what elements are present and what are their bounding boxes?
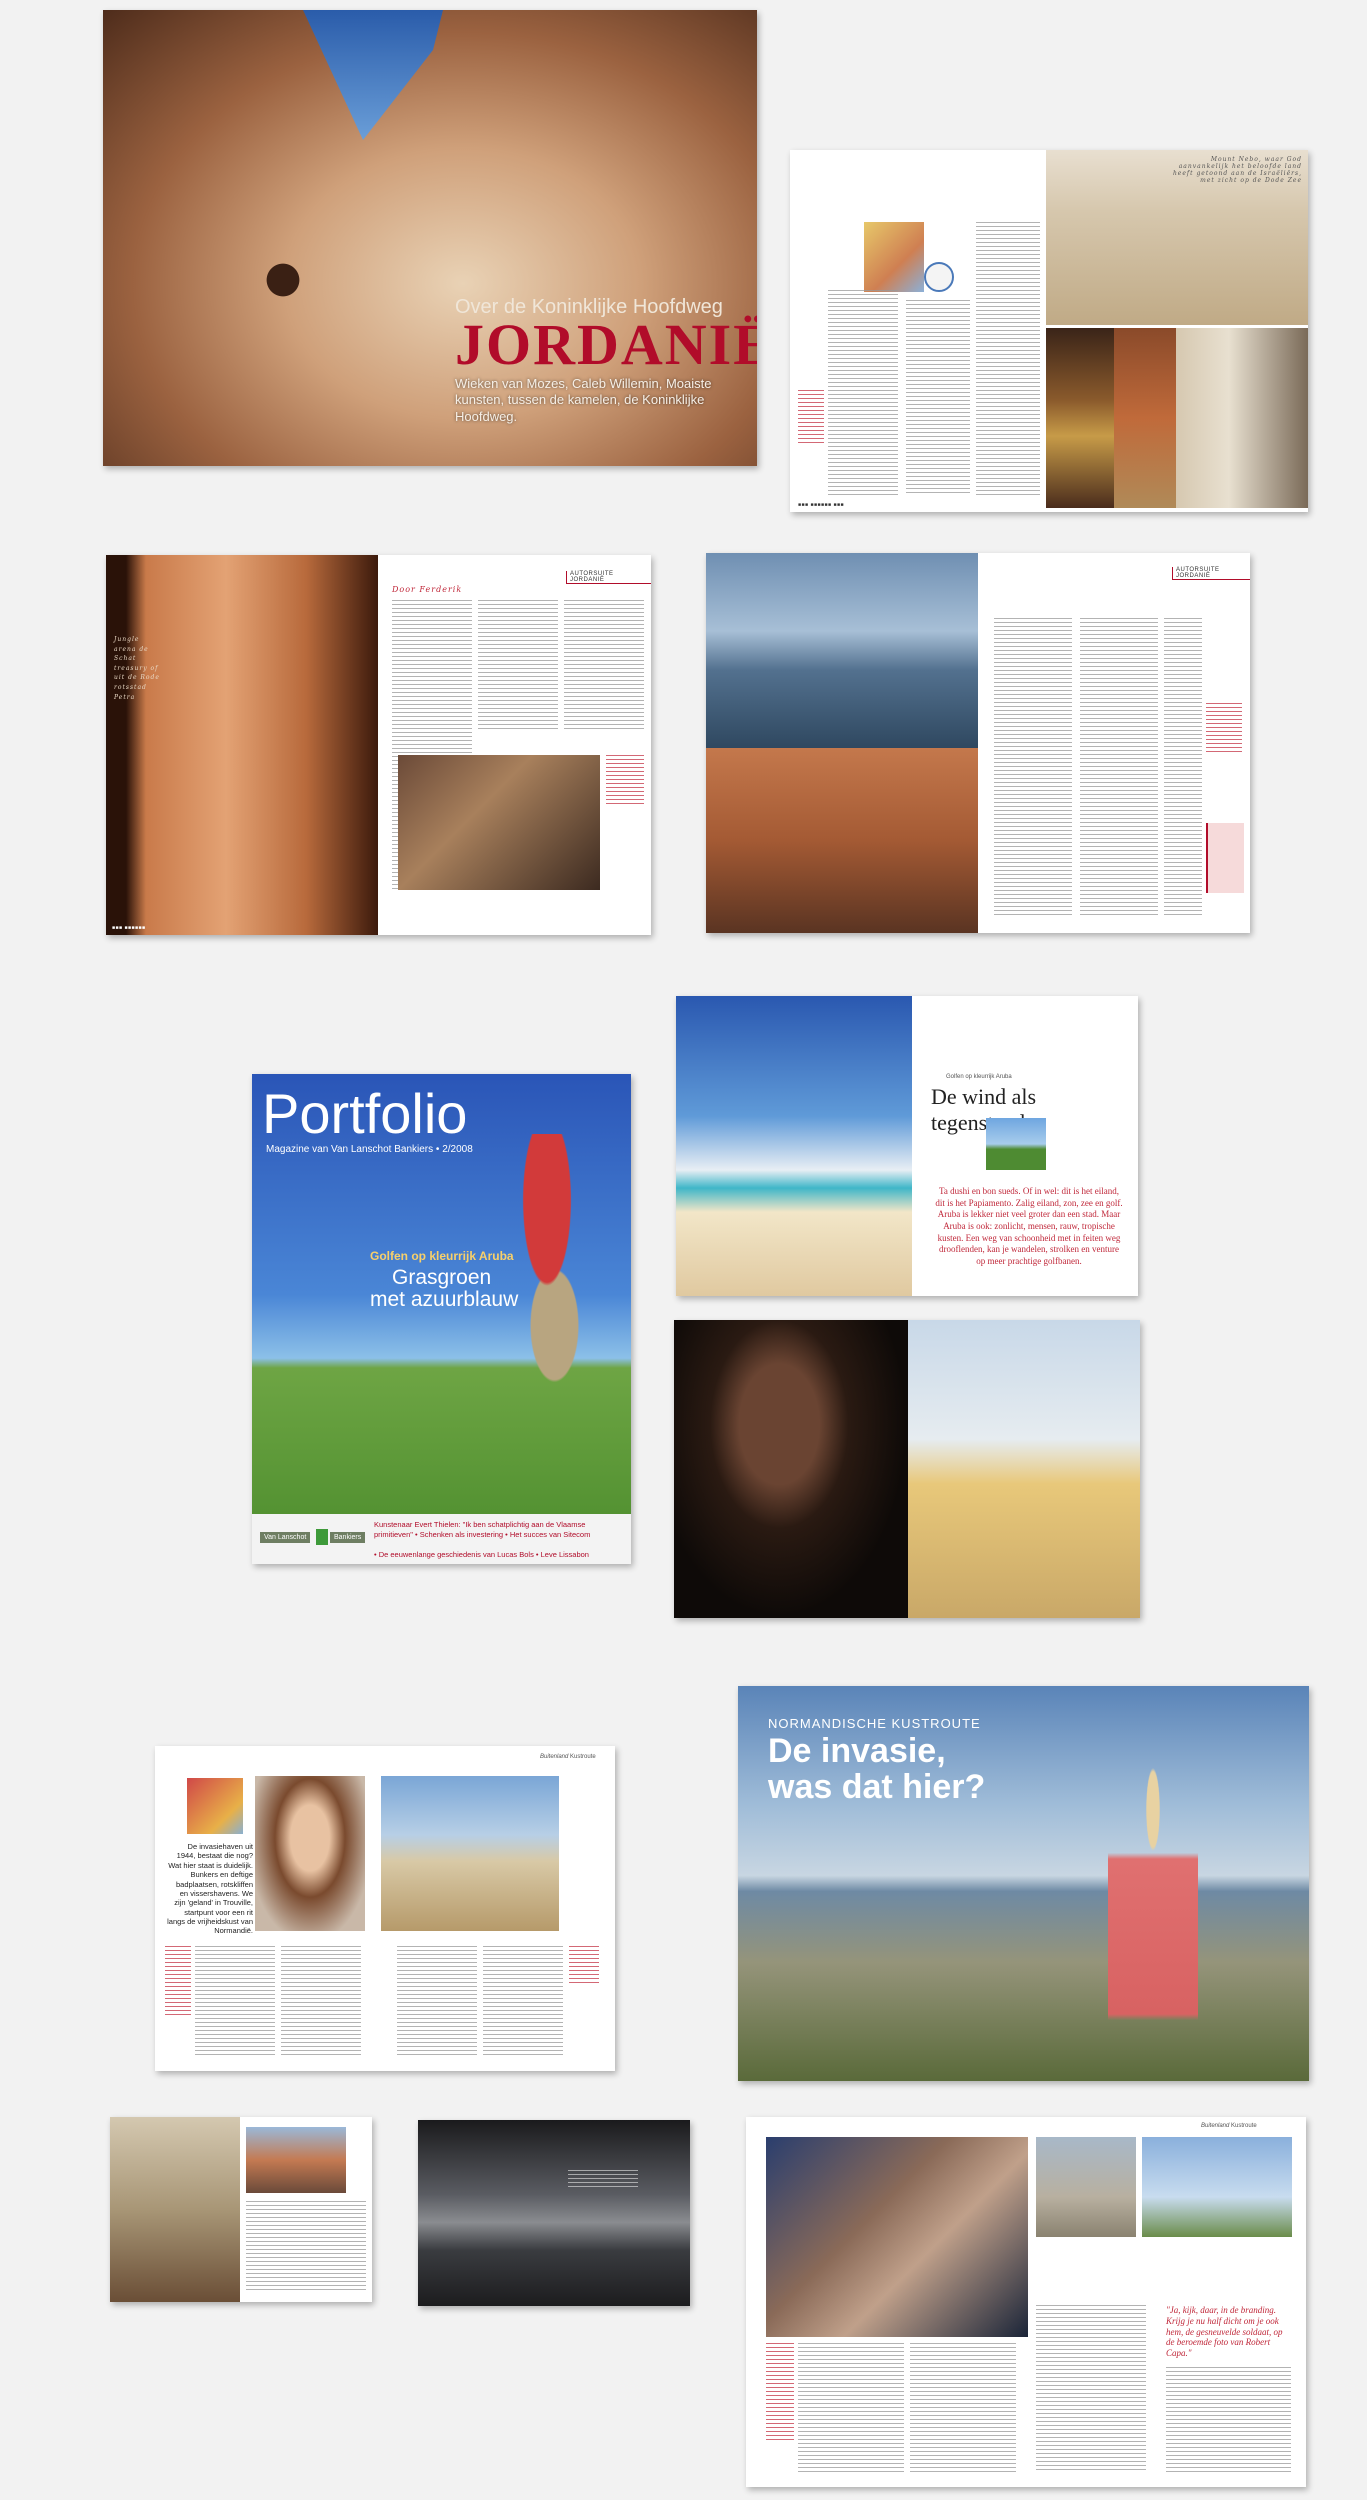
club-wall-photo bbox=[908, 1320, 1140, 1618]
cover-kicker: NORMANDISCHE KUSTROUTE bbox=[768, 1716, 981, 1731]
window-silhouette-photo bbox=[1176, 328, 1308, 508]
brand-suffix: Bankiers bbox=[330, 1532, 366, 1543]
village-photo bbox=[246, 2127, 346, 2193]
cover-title-2: was dat hier? bbox=[768, 1768, 986, 1806]
sidebar-quote bbox=[766, 2343, 794, 2443]
jordan-spread-3: Jungle arena de Schat treasury of uit de… bbox=[106, 555, 651, 935]
body-text bbox=[246, 2201, 366, 2291]
brand-logo-mark bbox=[316, 1529, 328, 1545]
normandy-spread-4: Buitenland Kustroute "Ja, kijk, daar, in… bbox=[746, 2117, 1306, 2487]
body-text-col4 bbox=[483, 1946, 563, 2056]
bedouin-photo bbox=[398, 755, 600, 890]
jordan-cover-spread: Over de Koninklijke Hoofdweg JORDANIË Wi… bbox=[103, 10, 757, 466]
section-prefix: Buitenland bbox=[1201, 2123, 1230, 2129]
normandy-spread-1: Buitenland Kustroute De invasiehaven uit… bbox=[155, 1746, 615, 2071]
map-inset bbox=[864, 222, 924, 292]
page-footer: ■■■ ■■■■■■ bbox=[112, 925, 146, 931]
caption-text bbox=[568, 2170, 638, 2190]
body-text-col1 bbox=[994, 618, 1072, 918]
body-text-col2 bbox=[910, 2343, 1016, 2473]
body-text-col3 bbox=[976, 222, 1040, 495]
intro-text: Ta dushi en bon sueds. Of in wel: dit is… bbox=[935, 1186, 1123, 1267]
cover-title-1: De invasie, bbox=[768, 1732, 946, 1770]
cover-headline-2: met azuurblauw bbox=[370, 1288, 519, 1311]
jordan-spread-4: AUTORSUITE JORDANIË bbox=[706, 553, 1250, 933]
section-name: Kustroute bbox=[570, 1754, 596, 1760]
sidebar-quote-right bbox=[569, 1946, 599, 1986]
france-map bbox=[187, 1778, 243, 1834]
promenade-photo bbox=[381, 1776, 559, 1931]
church-photo bbox=[110, 2117, 240, 2302]
handwriting-caption: Mount Nebo, waar God aanvankelijk het be… bbox=[1172, 156, 1302, 184]
section-name: Kustroute bbox=[1231, 2123, 1257, 2129]
girl-portrait-photo bbox=[255, 1776, 365, 1931]
palm-beach-photo bbox=[676, 996, 912, 1296]
body-text-col3 bbox=[397, 1946, 477, 2056]
cover-footer-2: • De eeuwenlange geschiedenis van Lucas … bbox=[374, 1550, 589, 1559]
info-box bbox=[1206, 823, 1244, 893]
section-tag: AUTORSUITE JORDANIË bbox=[566, 571, 651, 584]
body-text-col2 bbox=[478, 600, 558, 730]
pull-quote bbox=[798, 390, 824, 446]
cover-headline-1: Grasgroen bbox=[392, 1266, 492, 1289]
jordan-spread-2: Mount Nebo, waar God aanvankelijk het be… bbox=[790, 150, 1308, 512]
icon-painting-photo bbox=[1046, 328, 1114, 508]
intro-text: De invasiehaven uit 1944, bestaat die no… bbox=[167, 1842, 253, 1936]
photo-caption bbox=[606, 755, 644, 805]
body-text-col3 bbox=[1036, 2305, 1146, 2473]
body-text-col3 bbox=[1164, 618, 1202, 918]
body-text-col4 bbox=[1166, 2367, 1291, 2473]
section-tag: AUTORSUITE JORDANIË bbox=[1172, 567, 1250, 580]
golfer-thumb bbox=[986, 1118, 1046, 1170]
pull-quote bbox=[1206, 703, 1242, 753]
body-text-col1 bbox=[798, 2343, 904, 2473]
cross-photo bbox=[1142, 2137, 1292, 2237]
jordan-title: JORDANIË bbox=[455, 312, 757, 377]
kicker: Golfen op kleurrijk Aruba bbox=[946, 1074, 1012, 1080]
byline: Door Ferderik bbox=[392, 585, 463, 594]
memorial-photo bbox=[1036, 2137, 1136, 2237]
woman-railing-photo bbox=[1108, 1766, 1198, 2076]
body-text-col2 bbox=[906, 300, 970, 495]
portfolio-cover: Portfolio Magazine van Van Lanschot Bank… bbox=[252, 1074, 631, 1564]
magazine-subtitle: Magazine van Van Lanschot Bankiers • 2/2… bbox=[266, 1144, 473, 1155]
sidebar-quote bbox=[165, 1946, 191, 2016]
section-tag: Buitenland Kustroute bbox=[1201, 2123, 1257, 2129]
treasury-photo bbox=[106, 555, 378, 935]
section-prefix: Buitenland bbox=[540, 1754, 569, 1760]
compass-icon bbox=[924, 262, 954, 292]
body-text-col1 bbox=[195, 1946, 275, 2056]
section-tag: Buitenland Kustroute bbox=[540, 1754, 596, 1760]
dead-sea-photo bbox=[706, 553, 978, 748]
body-text-col2 bbox=[1080, 618, 1158, 918]
normandy-spread-3 bbox=[418, 2120, 690, 2306]
body-text-col1 bbox=[828, 290, 898, 495]
jordan-intro: Wieken van Mozes, Caleb Willemin, Moaist… bbox=[455, 376, 712, 424]
magazine-title: Portfolio bbox=[262, 1082, 468, 1145]
normandy-cover-spread: NORMANDISCHE KUSTROUTE De invasie, was d… bbox=[738, 1686, 1309, 2081]
aruba-spread: Golfen op kleurrijk Aruba De wind als te… bbox=[676, 996, 1138, 1296]
cover-kicker: Golfen op kleurrijk Aruba bbox=[370, 1249, 514, 1263]
stormy-sea-photo bbox=[418, 2120, 690, 2306]
handwriting-caption-left: Jungle arena de Schat treasury of uit de… bbox=[114, 636, 160, 701]
woman-portrait-photo bbox=[674, 1320, 908, 1618]
body-text-col2 bbox=[281, 1946, 361, 2056]
horse-cart-photo bbox=[253, 245, 313, 315]
aruba-spread-2 bbox=[674, 1320, 1140, 1618]
page-footer: ■■■ ■■■■■■ ■■■ bbox=[798, 502, 845, 508]
normandy-spread-2 bbox=[110, 2117, 372, 2302]
camel-caravan-photo bbox=[706, 748, 978, 933]
brand-logo: Van Lanschot bbox=[260, 1532, 311, 1543]
mosaic-photo bbox=[1114, 328, 1176, 508]
cover-footer-1: Kunstenaar Evert Thielen: "Ik ben schatp… bbox=[374, 1520, 591, 1540]
pull-quote: "Ja, kijk, daar, in de branding. Krijg j… bbox=[1166, 2305, 1283, 2359]
veterans-photo bbox=[766, 2137, 1028, 2337]
body-text-col3 bbox=[564, 600, 644, 730]
